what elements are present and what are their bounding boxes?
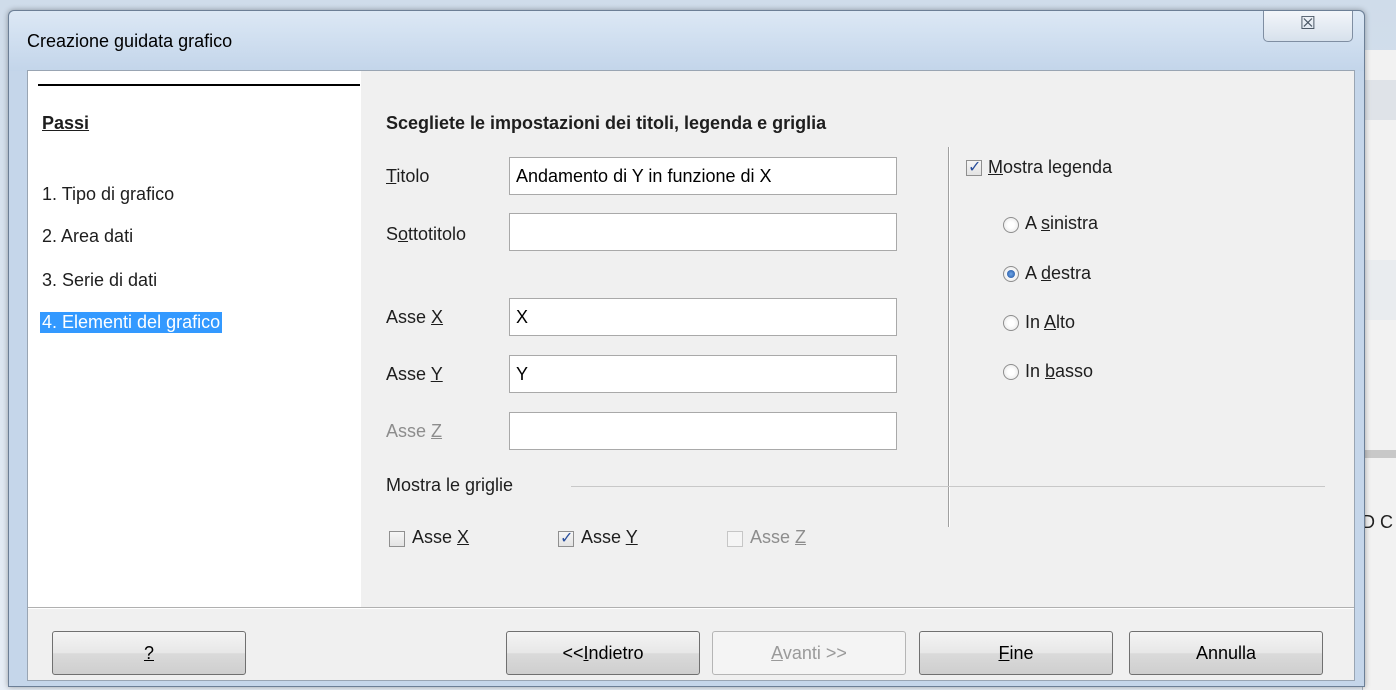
title-bar[interactable]: Creazione guidata grafico ☒	[9, 11, 1364, 71]
steps-heading: Passi	[42, 113, 90, 133]
grid-z-checkbox	[727, 531, 743, 547]
z-axis-input	[509, 412, 897, 450]
steps-sidebar: Passi 1. Tipo di grafico 2. Area dati 3.…	[28, 71, 361, 607]
grid-x-label[interactable]: Asse X	[412, 527, 469, 548]
legend-bottom-radio[interactable]	[1003, 364, 1019, 380]
close-icon: ☒	[1299, 13, 1317, 33]
x-axis-label: Asse X	[386, 307, 444, 327]
chart-elements-panel: Scegliete le impostazioni dei titoli, le…	[361, 71, 1354, 607]
grid-y-checkbox[interactable]	[558, 528, 574, 548]
legend-top-label[interactable]: In Alto	[1025, 312, 1075, 333]
chart-wizard-dialog: Creazione guidata grafico ☒ Passi 1. Tip…	[8, 10, 1365, 687]
legend-right-label[interactable]: A destra	[1025, 263, 1091, 284]
background-partial-text: D C	[1362, 512, 1393, 532]
show-legend-label[interactable]: Mostra legenda	[988, 157, 1112, 178]
legend-top-radio[interactable]	[1003, 315, 1019, 331]
sidebar-divider	[38, 84, 360, 86]
grids-group-line	[571, 486, 1325, 487]
grid-y-label[interactable]: Asse Y	[581, 527, 638, 548]
y-axis-label: Asse Y	[386, 364, 443, 384]
grids-group-label: Mostra le griglie	[386, 475, 514, 495]
grid-z-label: Asse Z	[750, 527, 807, 547]
step-data-range[interactable]: 2. Area dati	[40, 226, 135, 247]
step-chart-type[interactable]: 1. Tipo di grafico	[40, 184, 176, 205]
back-button[interactable]: <<Indietro	[506, 631, 700, 675]
x-axis-input[interactable]: X	[509, 298, 897, 336]
cancel-button[interactable]: Annulla	[1129, 631, 1323, 675]
legend-right-radio[interactable]	[1003, 266, 1019, 282]
show-legend-checkbox[interactable]	[966, 157, 982, 177]
close-button[interactable]: ☒	[1263, 11, 1353, 42]
y-axis-input[interactable]: Y	[509, 355, 897, 393]
help-button[interactable]: ?	[52, 631, 246, 675]
legend-left-label[interactable]: A sinistra	[1025, 213, 1098, 234]
title-label: Titolo	[386, 166, 430, 186]
step-data-series[interactable]: 3. Serie di dati	[40, 270, 159, 291]
vertical-divider	[948, 147, 950, 527]
window-title: Creazione guidata grafico	[27, 31, 233, 51]
dialog-body: Passi 1. Tipo di grafico 2. Area dati 3.…	[27, 70, 1355, 681]
panel-heading: Scegliete le impostazioni dei titoli, le…	[386, 113, 827, 133]
subtitle-label: Sottotitolo	[386, 224, 467, 244]
legend-bottom-label[interactable]: In basso	[1025, 361, 1093, 382]
help-button-label: ?	[143, 643, 154, 663]
subtitle-input[interactable]	[509, 213, 897, 251]
background-spreadsheet-edge	[1362, 50, 1396, 690]
grid-x-checkbox[interactable]	[389, 531, 405, 547]
title-input[interactable]: Andamento di Y in funzione di X	[509, 157, 897, 195]
legend-left-radio[interactable]	[1003, 217, 1019, 233]
step-chart-elements[interactable]: 4. Elementi del grafico	[40, 312, 223, 333]
footer-divider	[28, 607, 1354, 609]
finish-button[interactable]: Fine	[919, 631, 1113, 675]
next-button: Avanti >>	[712, 631, 906, 675]
z-axis-label: Asse Z	[386, 421, 443, 441]
